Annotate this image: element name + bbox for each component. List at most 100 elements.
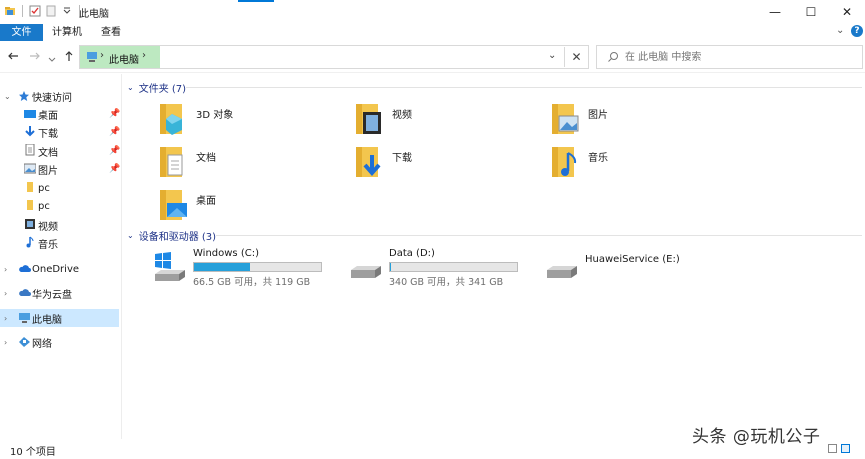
nav-onedrive[interactable]: › OneDrive bbox=[0, 260, 119, 278]
folder-music[interactable]: 音乐 bbox=[548, 143, 738, 183]
search-input[interactable] bbox=[625, 49, 855, 65]
tab-view[interactable]: 查看 bbox=[92, 24, 130, 41]
document-icon bbox=[24, 143, 36, 156]
drive-usage-fill bbox=[194, 263, 250, 271]
nav-label: pc bbox=[38, 200, 50, 212]
nav-label: 视频 bbox=[38, 221, 58, 233]
address-history-dropdown-icon[interactable]: ⌄ bbox=[548, 50, 556, 61]
expanded-chevron-icon[interactable]: ⌄ bbox=[4, 92, 11, 101]
search-box[interactable] bbox=[596, 45, 863, 69]
recent-locations-button[interactable] bbox=[45, 53, 59, 67]
videos-folder-icon bbox=[352, 100, 384, 136]
nav-huawei-cloud[interactable]: › 华为云盘 bbox=[0, 284, 119, 302]
desktop-folder-icon bbox=[156, 186, 188, 222]
breadcrumb-this-pc[interactable]: 此电脑 bbox=[109, 51, 139, 66]
nav-desktop[interactable]: 桌面 📌 bbox=[0, 105, 120, 123]
computer-icon bbox=[86, 52, 98, 65]
folder-3d-objects[interactable]: 3D 对象 bbox=[156, 100, 346, 140]
nav-pc-folder[interactable]: pc bbox=[0, 179, 119, 197]
folder-desktop[interactable]: 桌面 bbox=[156, 186, 346, 226]
nav-network[interactable]: › 网络 bbox=[0, 333, 119, 351]
pin-icon[interactable]: 📌 bbox=[109, 109, 120, 119]
chevron-right-icon[interactable]: › bbox=[4, 338, 7, 347]
nav-downloads[interactable]: 下载 📌 bbox=[0, 123, 120, 141]
group-title: 设备和驱动器 (3) bbox=[138, 231, 217, 243]
nav-label: 图片 bbox=[38, 165, 58, 177]
computer-icon bbox=[18, 312, 30, 324]
ribbon-expand-icon[interactable]: ⌄ bbox=[836, 25, 844, 36]
group-title: 文件夹 (7) bbox=[138, 83, 187, 95]
collapse-chevron-icon[interactable]: ⌄ bbox=[127, 83, 134, 92]
nav-label: OneDrive bbox=[32, 263, 80, 275]
folder-downloads[interactable]: 下载 bbox=[352, 143, 542, 183]
address-breadcrumb[interactable]: › 此电脑 › bbox=[80, 46, 160, 68]
navigation-bar: › 此电脑 › ⌄ ✕ bbox=[0, 41, 865, 73]
customize-toolbar-icon[interactable] bbox=[61, 5, 73, 17]
title-bar: 此电脑 — ☐ ✕ bbox=[0, 0, 865, 24]
sidebar-divider bbox=[121, 74, 122, 439]
hard-drive-icon bbox=[545, 252, 579, 282]
nav-music[interactable]: 音乐 bbox=[0, 234, 119, 252]
chevron-right-icon[interactable]: › bbox=[4, 265, 7, 274]
folder-pictures[interactable]: 图片 bbox=[548, 100, 738, 140]
chevron-right-icon[interactable]: › bbox=[4, 314, 7, 323]
nav-quick-access[interactable]: ⌄ 快速访问 bbox=[0, 87, 119, 105]
star-icon bbox=[18, 90, 30, 102]
folder-icon bbox=[24, 181, 36, 193]
chevron-right-icon: › bbox=[100, 50, 104, 61]
desktop-icon bbox=[24, 108, 36, 120]
navigation-pane: ⌄ 快速访问 桌面 📌 下载 📌 文档 📌 图片 📌 pc pc 视频 音乐 ›… bbox=[0, 82, 120, 437]
music-icon bbox=[24, 236, 36, 248]
nav-label: 此电脑 bbox=[32, 314, 62, 326]
drive-free-space: 340 GB 可用，共 341 GB bbox=[389, 277, 504, 288]
folder-label: 下载 bbox=[392, 153, 412, 164]
collapse-chevron-icon[interactable]: ⌄ bbox=[127, 231, 134, 240]
toolbar-separator bbox=[22, 5, 23, 17]
large-icons-view-icon[interactable] bbox=[841, 444, 850, 453]
arrow-right-icon bbox=[30, 52, 40, 60]
pin-icon[interactable]: 📌 bbox=[109, 127, 120, 137]
item-count: 10 个项目 bbox=[10, 447, 56, 458]
folder-label: 文档 bbox=[196, 153, 216, 164]
pin-icon[interactable]: 📌 bbox=[109, 164, 120, 174]
chevron-right-icon[interactable]: › bbox=[4, 289, 7, 298]
folders-group-header[interactable]: ⌄ 文件夹 (7) bbox=[127, 80, 187, 95]
drive-name: Data (D:) bbox=[389, 248, 435, 259]
close-button[interactable]: ✕ bbox=[824, 0, 865, 24]
nav-label: 华为云盘 bbox=[32, 289, 72, 301]
pin-icon[interactable]: 📌 bbox=[109, 146, 120, 156]
download-icon bbox=[24, 126, 36, 138]
address-bar[interactable]: › 此电脑 › ⌄ ✕ bbox=[79, 45, 589, 69]
help-icon[interactable]: ? bbox=[851, 25, 863, 37]
nav-videos[interactable]: 视频 bbox=[0, 216, 119, 234]
pictures-folder-icon bbox=[548, 100, 580, 136]
folder-app-icon[interactable] bbox=[4, 5, 16, 17]
tab-file[interactable]: 文件 bbox=[0, 24, 43, 41]
drive-windows-c[interactable]: Windows (C:) 66.5 GB 可用，共 119 GB bbox=[153, 248, 343, 288]
clear-address-icon[interactable]: ✕ bbox=[564, 47, 588, 67]
nav-label: 网络 bbox=[32, 338, 52, 350]
folder-documents[interactable]: 文档 bbox=[156, 143, 346, 183]
nav-this-pc[interactable]: › 此电脑 bbox=[0, 309, 119, 327]
details-view-icon[interactable] bbox=[828, 444, 837, 453]
nav-documents[interactable]: 文档 📌 bbox=[0, 142, 120, 160]
drive-usage-bar bbox=[389, 262, 518, 272]
folder-videos[interactable]: 视频 bbox=[352, 100, 542, 140]
drive-huaweiservice-e[interactable]: HuaweiService (E:) bbox=[545, 254, 735, 294]
devices-group-header[interactable]: ⌄ 设备和驱动器 (3) bbox=[127, 228, 217, 243]
forward-button[interactable] bbox=[28, 50, 42, 65]
nav-pc-folder[interactable]: pc bbox=[0, 197, 119, 215]
hard-drive-icon bbox=[349, 252, 383, 282]
3d-objects-folder-icon bbox=[156, 100, 188, 136]
properties-icon[interactable] bbox=[29, 5, 41, 17]
folder-label: 桌面 bbox=[196, 196, 216, 207]
tab-computer[interactable]: 计算机 bbox=[45, 24, 89, 41]
windows-drive-icon bbox=[153, 252, 187, 282]
folder-label: 3D 对象 bbox=[196, 110, 234, 121]
up-button[interactable] bbox=[62, 50, 76, 65]
chevron-right-icon[interactable]: › bbox=[142, 50, 146, 61]
back-button[interactable] bbox=[6, 50, 20, 65]
nav-pictures[interactable]: 图片 📌 bbox=[0, 160, 120, 178]
drive-data-d[interactable]: Data (D:) 340 GB 可用，共 341 GB bbox=[349, 248, 539, 288]
new-folder-icon[interactable] bbox=[45, 5, 57, 17]
